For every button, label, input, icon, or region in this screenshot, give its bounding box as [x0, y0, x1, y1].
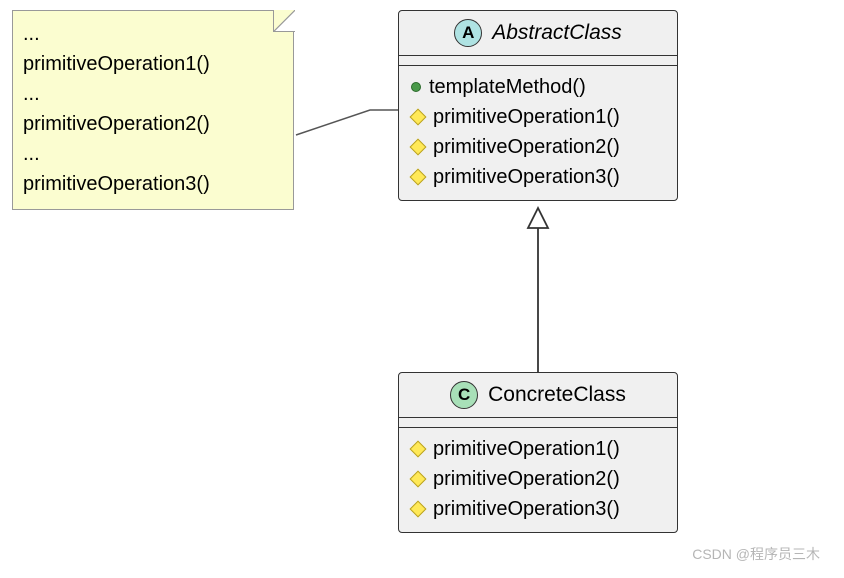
stereotype-letter: C [458, 385, 470, 405]
concrete-class-box: C ConcreteClass primitiveOperation1() pr… [398, 372, 678, 533]
abstract-method-icon [410, 501, 427, 518]
method-row: primitiveOperation3() [411, 162, 665, 192]
note-line: ... [23, 139, 283, 169]
note-line: primitiveOperation3() [23, 169, 283, 199]
public-method-icon [411, 82, 421, 92]
abstract-method-icon [410, 471, 427, 488]
class-attributes-empty [399, 56, 677, 66]
abstract-method-icon [410, 139, 427, 156]
method-row: primitiveOperation1() [411, 102, 665, 132]
note-line: ... [23, 79, 283, 109]
method-row: primitiveOperation2() [411, 464, 665, 494]
class-header: A AbstractClass [399, 11, 677, 56]
abstract-method-icon [410, 169, 427, 186]
class-attributes-empty [399, 418, 677, 428]
note-fold-icon [273, 10, 295, 32]
abstract-method-icon [410, 109, 427, 126]
method-row: primitiveOperation2() [411, 132, 665, 162]
method-row: templateMethod() [411, 72, 665, 102]
generalization-arrowhead-icon [528, 208, 548, 228]
abstract-stereotype-icon: A [454, 19, 482, 47]
note-line: primitiveOperation1() [23, 49, 283, 79]
method-label: primitiveOperation1() [433, 434, 620, 464]
method-label: primitiveOperation1() [433, 102, 620, 132]
abstract-method-icon [410, 441, 427, 458]
method-label: primitiveOperation2() [433, 464, 620, 494]
stereotype-letter: A [462, 23, 474, 43]
method-label: primitiveOperation3() [433, 494, 620, 524]
method-row: primitiveOperation1() [411, 434, 665, 464]
note-link-line [296, 110, 398, 135]
method-label: primitiveOperation3() [433, 162, 620, 192]
method-label: templateMethod() [429, 72, 586, 102]
class-methods: templateMethod() primitiveOperation1() p… [399, 66, 677, 200]
method-label: primitiveOperation2() [433, 132, 620, 162]
concrete-stereotype-icon: C [450, 381, 478, 409]
abstract-class-box: A AbstractClass templateMethod() primiti… [398, 10, 678, 201]
method-row: primitiveOperation3() [411, 494, 665, 524]
class-header: C ConcreteClass [399, 373, 677, 418]
uml-note: ... primitiveOperation1() ... primitiveO… [12, 10, 294, 210]
note-line: ... [23, 19, 283, 49]
class-name: AbstractClass [492, 21, 622, 45]
note-line: primitiveOperation2() [23, 109, 283, 139]
class-methods: primitiveOperation1() primitiveOperation… [399, 428, 677, 532]
class-name: ConcreteClass [488, 383, 626, 407]
watermark-text: CSDN @程序员三木 [692, 544, 820, 564]
